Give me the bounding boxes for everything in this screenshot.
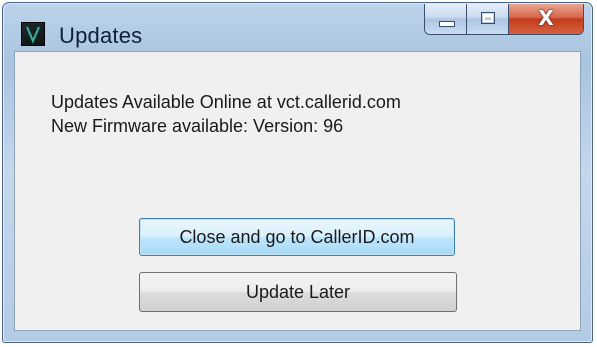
minimize-button[interactable] <box>425 4 467 34</box>
message-line-firmware: New Firmware available: Version: 96 <box>51 116 344 136</box>
caption-buttons: X <box>424 4 584 35</box>
dialog-body: Updates Available Online at vct.callerid… <box>14 51 581 331</box>
message-line-online: Updates Available Online at vct.callerid… <box>51 92 401 112</box>
update-later-button[interactable]: Update Later <box>139 272 457 312</box>
app-logo-icon[interactable] <box>21 22 45 46</box>
close-icon: X <box>538 6 554 30</box>
minimize-icon <box>439 21 455 27</box>
update-message: Updates Available Online at vct.callerid… <box>51 90 401 138</box>
close-button[interactable]: X <box>509 4 583 34</box>
close-and-go-button[interactable]: Close and go to CallerID.com <box>139 218 455 256</box>
window-title: Updates <box>59 23 143 48</box>
updates-window: Updates X Updates Available Online at vc… <box>2 2 593 343</box>
maximize-button[interactable] <box>467 4 509 34</box>
maximize-icon <box>481 12 495 24</box>
title-bar[interactable]: Updates X <box>3 3 592 48</box>
